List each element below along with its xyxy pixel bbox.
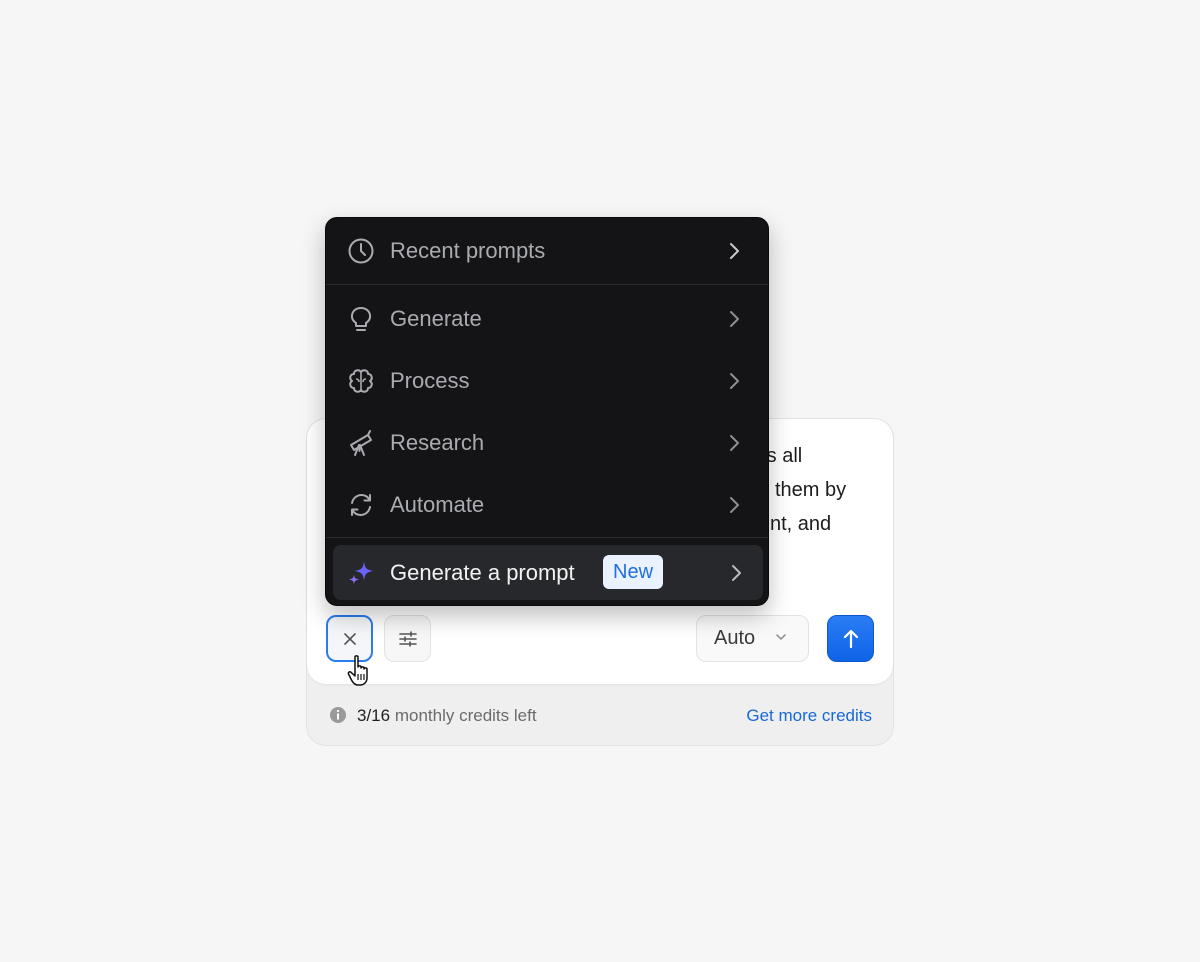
chevron-right-icon (730, 435, 739, 451)
chevron-right-icon (730, 311, 739, 327)
menu-item-label: Recent prompts (390, 238, 546, 263)
menu-item-label: Generate a prompt (390, 559, 575, 585)
menu-item-research[interactable]: Research (326, 413, 768, 473)
chevron-down-icon (776, 634, 786, 640)
settings-button[interactable] (384, 615, 431, 662)
mode-select-value: Auto (714, 627, 756, 649)
menu-item-label: Automate (390, 492, 485, 517)
send-button[interactable] (827, 615, 874, 662)
menu-item-label: Generate (390, 306, 482, 331)
prompt-text-line: nt, and (770, 513, 832, 535)
sliders-icon (398, 630, 417, 647)
telescope-icon (347, 429, 375, 457)
sparkle-icon (347, 559, 375, 587)
info-icon (330, 707, 346, 723)
menu-divider (326, 284, 768, 285)
brain-icon (347, 367, 375, 395)
new-badge: New (603, 555, 664, 589)
get-more-credits-link[interactable]: Get more credits (746, 705, 872, 727)
menu-item-process[interactable]: Process (326, 351, 768, 411)
chevron-right-icon (730, 373, 739, 389)
hand-cursor-icon (347, 655, 368, 686)
menu-item-generate-a-prompt[interactable]: Generate a prompt New (333, 545, 763, 600)
menu-item-label: Process (390, 368, 470, 393)
credits-label: monthly credits left (394, 706, 537, 725)
chevron-right-icon (730, 243, 739, 259)
credits-remaining: 3/16 monthly credits left (357, 705, 537, 727)
refresh-icon (347, 491, 375, 519)
menu-item-label: Research (390, 430, 485, 455)
mode-select[interactable]: Auto (696, 615, 809, 662)
clock-icon (347, 237, 375, 265)
arrow-up-icon (843, 629, 858, 648)
menu-item-recent-prompts[interactable]: Recent prompts (326, 221, 768, 281)
close-icon (343, 632, 356, 645)
menu-item-automate[interactable]: Automate (326, 475, 768, 535)
menu-divider (326, 537, 768, 538)
menu-item-generate[interactable]: Generate (326, 289, 768, 349)
prompt-menu: Recent prompts Generate Process Research… (325, 217, 769, 606)
chevron-right-icon (732, 564, 741, 581)
prompt-text-line: them by (775, 479, 847, 501)
lightbulb-icon (347, 305, 375, 333)
chevron-right-icon (730, 497, 739, 513)
credits-count: 3/16 (357, 706, 391, 725)
